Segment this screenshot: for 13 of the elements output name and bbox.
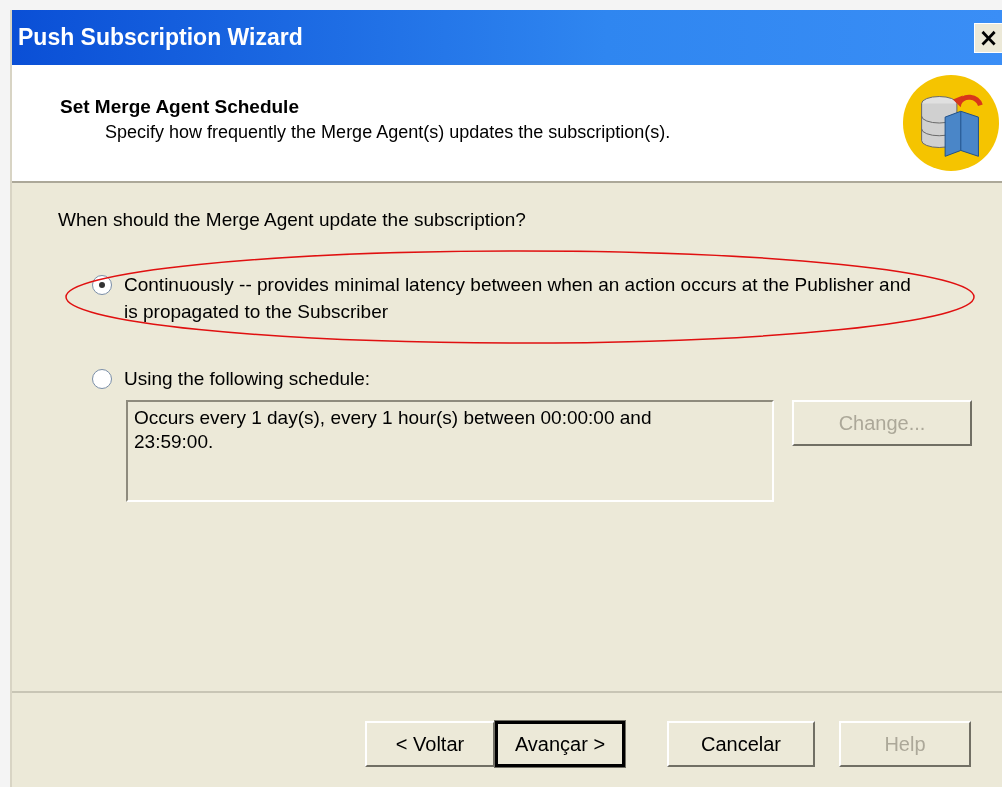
close-button[interactable]: × — [974, 22, 1002, 53]
window-title: Push Subscription Wizard — [17, 24, 303, 51]
database-book-icon — [902, 74, 1000, 172]
radio-button[interactable] — [92, 369, 112, 389]
page-subtitle: Specify how frequently the Merge Agent(s) updates the subscription(s). — [104, 121, 671, 143]
schedule-description: Occurs every 1 day(s), every 1 hour(s) between 00:00:00 and 23:59:00. — [126, 400, 774, 502]
question-label: When should the Merge Agent update the subscription? — [58, 209, 527, 231]
page-title: Set Merge Agent Schedule — [60, 95, 300, 118]
wizard-button[interactable]: Avançar > — [495, 721, 625, 767]
wizard-button[interactable]: < Voltar — [365, 721, 495, 767]
radio-button[interactable] — [92, 275, 112, 295]
wizard-button[interactable]: Cancelar — [667, 721, 815, 767]
option-label[interactable]: Using the following schedule: — [124, 365, 914, 392]
